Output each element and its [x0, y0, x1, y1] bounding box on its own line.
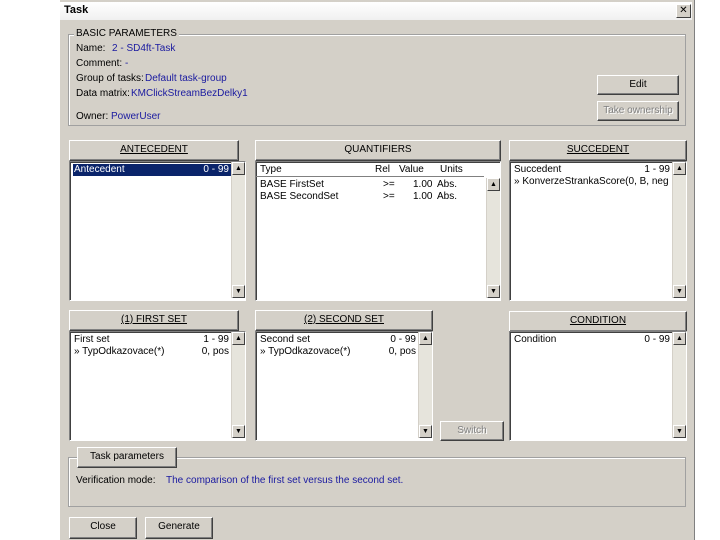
- antecedent-list[interactable]: Antecedent 0 - 99 ▲ ▼: [69, 161, 246, 301]
- list-item-range: 0, pos: [201, 346, 229, 357]
- cell-value: 1.00: [413, 179, 433, 190]
- scroll-down-icon[interactable]: ▼: [232, 425, 245, 438]
- quantifiers-header-button[interactable]: QUANTIFIERS: [255, 140, 501, 161]
- table-header-row: Type Rel Value Units: [259, 164, 486, 176]
- table-row[interactable]: BASE FirstSet >= 1.00 Abs.: [259, 179, 486, 191]
- list-item-name: First set: [74, 334, 110, 345]
- list-item[interactable]: Condition 0 - 99: [513, 334, 672, 346]
- list-item-range: 1 - 99: [644, 164, 670, 175]
- scroll-up-icon[interactable]: ▲: [673, 332, 686, 345]
- list-item-range: 0, pos: [388, 346, 416, 357]
- table-row[interactable]: BASE SecondSet >= 1.00 Abs.: [259, 191, 486, 203]
- task-window: Task ✕ BASIC PARAMETERS Name: 2 - SD4ft-…: [60, 0, 695, 540]
- owner-value: PowerUser: [111, 111, 161, 122]
- name-label: Name:: [76, 43, 106, 54]
- list-item[interactable]: Succedent 1 - 99: [513, 164, 672, 176]
- first-set-header: (1) FIRST SET: [121, 314, 187, 325]
- col-units: Units: [440, 164, 463, 175]
- take-ownership-button[interactable]: Take ownership: [597, 101, 679, 121]
- succedent-header: SUCCEDENT: [566, 144, 630, 155]
- succedent-header-button[interactable]: SUCCEDENT: [509, 140, 687, 161]
- task-parameters-tab[interactable]: Task parameters: [77, 447, 177, 468]
- list-item-range: 0 - 99: [203, 164, 229, 175]
- scrollbar[interactable]: ▲ ▼: [231, 332, 245, 438]
- name-value: 2 - SD4ft-Task: [112, 43, 176, 54]
- scroll-up-icon[interactable]: ▲: [419, 332, 432, 345]
- list-item-name: Succedent: [514, 164, 562, 175]
- list-item-name: » KonverzeStrankaScore(0, B, neg: [514, 176, 669, 187]
- owner-label: Owner:: [76, 111, 109, 122]
- list-item[interactable]: » TypOdkazovace(*) 0, pos: [259, 346, 418, 358]
- comment-label: Comment:: [76, 58, 123, 69]
- list-item-range: 1 - 99: [203, 334, 229, 345]
- col-rel: Rel: [375, 164, 391, 175]
- switch-button[interactable]: Switch: [440, 421, 504, 441]
- comment-value: -: [125, 58, 129, 69]
- basic-parameters-title: BASIC PARAMETERS: [74, 28, 179, 39]
- scroll-down-icon[interactable]: ▼: [232, 285, 245, 298]
- quantifiers-header: QUANTIFIERS: [344, 144, 412, 155]
- quantifiers-list[interactable]: Type Rel Value Units BASE FirstSet >= 1.…: [255, 161, 501, 301]
- group-label: Group of tasks:: [76, 73, 144, 84]
- second-set-header: (2) SECOND SET: [303, 314, 384, 325]
- edit-button[interactable]: Edit: [597, 75, 679, 95]
- succedent-list[interactable]: Succedent 1 - 99 » KonverzeStrankaScore(…: [509, 161, 687, 301]
- second-set-list[interactable]: Second set 0 - 99 » TypOdkazovace(*) 0, …: [255, 331, 433, 441]
- list-item[interactable]: » KonverzeStrankaScore(0, B, neg: [513, 176, 672, 188]
- generate-button[interactable]: Generate: [145, 517, 213, 539]
- cell-type: BASE SecondSet: [260, 191, 339, 202]
- col-type: Type: [260, 164, 282, 175]
- list-item[interactable]: Second set 0 - 99: [259, 334, 418, 346]
- list-item-name: Second set: [260, 334, 311, 345]
- list-item[interactable]: » TypOdkazovace(*) 0, pos: [73, 346, 231, 358]
- scrollbar[interactable]: ▲ ▼: [486, 178, 500, 298]
- antecedent-header: ANTECEDENT: [120, 144, 188, 155]
- scrollbar[interactable]: ▲ ▼: [672, 332, 686, 438]
- second-set-header-button[interactable]: (2) SECOND SET: [255, 310, 433, 331]
- scroll-up-icon[interactable]: ▲: [232, 162, 245, 175]
- group-value: Default task-group: [145, 73, 227, 84]
- cell-type: BASE FirstSet: [260, 179, 324, 190]
- list-item-name: Antecedent: [74, 164, 125, 175]
- matrix-label: Data matrix:: [76, 88, 130, 99]
- list-item[interactable]: Antecedent 0 - 99: [73, 164, 231, 176]
- cell-rel: >=: [383, 179, 395, 190]
- scrollbar[interactable]: ▲ ▼: [231, 162, 245, 298]
- close-icon[interactable]: ✕: [676, 4, 691, 18]
- list-item-name: » TypOdkazovace(*): [74, 346, 165, 357]
- cell-units: Abs.: [437, 179, 458, 190]
- condition-header: CONDITION: [569, 315, 627, 326]
- matrix-value: KMClickStreamBezDelky1: [131, 88, 248, 99]
- list-item-range: 0 - 99: [644, 334, 670, 345]
- cell-value: 1.00: [413, 191, 433, 202]
- list-item[interactable]: First set 1 - 99: [73, 334, 231, 346]
- antecedent-header-button[interactable]: ANTECEDENT: [69, 140, 239, 161]
- window-title: Task: [64, 4, 89, 16]
- list-item-name: » TypOdkazovace(*): [260, 346, 351, 357]
- list-item-name: Condition: [514, 334, 557, 345]
- scroll-down-icon[interactable]: ▼: [673, 425, 686, 438]
- condition-header-button[interactable]: CONDITION: [509, 311, 687, 332]
- scroll-up-icon[interactable]: ▲: [673, 162, 686, 175]
- scroll-down-icon[interactable]: ▼: [487, 285, 500, 298]
- verification-value: The comparison of the first set versus t…: [166, 475, 404, 486]
- scroll-up-icon[interactable]: ▲: [232, 332, 245, 345]
- close-button[interactable]: Close: [69, 517, 137, 539]
- list-item-range: 0 - 99: [390, 334, 416, 345]
- scroll-up-icon[interactable]: ▲: [487, 178, 500, 191]
- scrollbar[interactable]: ▲ ▼: [418, 332, 432, 438]
- verification-label: Verification mode:: [76, 475, 156, 486]
- condition-list[interactable]: Condition 0 - 99 ▲ ▼: [509, 331, 687, 441]
- first-set-list[interactable]: First set 1 - 99 » TypOdkazovace(*) 0, p…: [69, 331, 246, 441]
- scroll-down-icon[interactable]: ▼: [673, 285, 686, 298]
- title-bar: Task ✕: [60, 2, 692, 20]
- first-set-header-button[interactable]: (1) FIRST SET: [69, 310, 239, 331]
- cell-units: Abs.: [437, 191, 458, 202]
- cell-rel: >=: [383, 191, 395, 202]
- header-divider: [256, 176, 484, 177]
- scroll-down-icon[interactable]: ▼: [419, 425, 432, 438]
- col-value: Value: [399, 164, 424, 175]
- scrollbar[interactable]: ▲ ▼: [672, 162, 686, 298]
